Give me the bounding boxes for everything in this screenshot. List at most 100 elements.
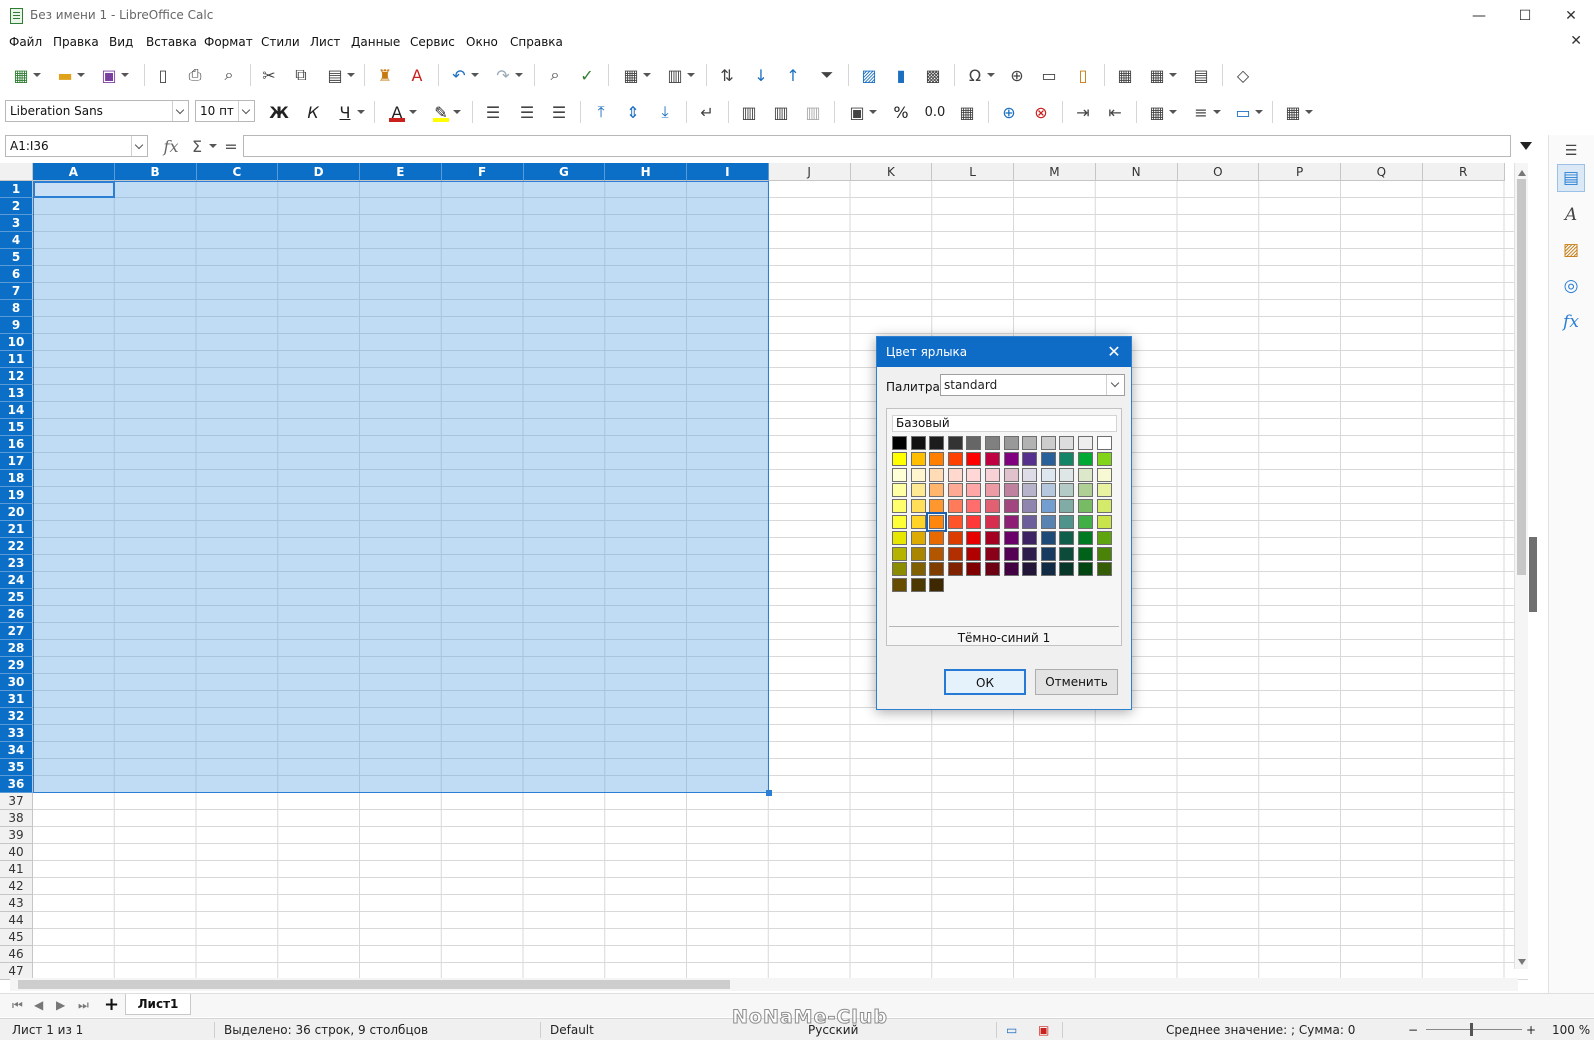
color-swatch[interactable] <box>1096 467 1112 482</box>
color-swatch[interactable] <box>892 436 907 450</box>
spreadsheet-grid[interactable]: ABCDEFGHIJKLMNOPQR 1 2 3 4 5 6 7 8 9 10 11 12 13 14 15… <box>0 163 1528 982</box>
color-swatch[interactable] <box>1096 562 1112 577</box>
border-color-icon[interactable]: ▭ <box>1232 101 1263 123</box>
align-center-icon[interactable]: ☰ <box>516 101 538 123</box>
print-icon[interactable]: ⎙ <box>184 64 206 86</box>
color-swatch[interactable] <box>1040 499 1056 514</box>
row-header[interactable]: 9 <box>0 317 33 334</box>
row-header[interactable]: 41 <box>0 861 33 878</box>
highlight-color-button[interactable]: ✎ <box>430 101 461 123</box>
color-swatch[interactable] <box>929 530 945 545</box>
copy-icon[interactable]: ⧉ <box>290 64 312 86</box>
row-header[interactable]: 3 <box>0 215 33 232</box>
color-swatch[interactable] <box>1003 436 1019 450</box>
find-replace-icon[interactable]: ⌕ <box>544 64 566 86</box>
color-swatch[interactable] <box>910 562 926 577</box>
define-print-area-icon[interactable]: ▦ <box>1114 64 1136 86</box>
document-modified-icon[interactable]: ▣ <box>1038 1023 1049 1037</box>
row-header[interactable]: 46 <box>0 946 33 963</box>
properties-icon[interactable]: ▤ <box>1557 164 1585 192</box>
row-header[interactable]: 44 <box>0 912 33 929</box>
row-header[interactable]: 28 <box>0 640 33 657</box>
increase-indent-icon[interactable]: ⇥ <box>1072 101 1094 123</box>
color-swatch[interactable] <box>929 562 945 577</box>
zoom-slider-thumb[interactable] <box>1470 1023 1473 1036</box>
color-swatch[interactable] <box>929 467 945 482</box>
cancel-button[interactable]: Отменить <box>1035 669 1118 695</box>
column-header[interactable]: A <box>33 163 115 181</box>
row-header[interactable]: 21 <box>0 521 33 538</box>
undo-icon[interactable]: ↶ <box>448 64 479 86</box>
color-swatch[interactable] <box>1096 451 1112 466</box>
new-document-icon[interactable]: ▦ <box>10 64 41 86</box>
color-swatch[interactable] <box>985 546 1000 561</box>
color-swatch[interactable] <box>947 483 963 498</box>
align-left-icon[interactable]: ☰ <box>482 101 504 123</box>
hyperlink-icon[interactable]: ⊕ <box>1006 64 1028 86</box>
color-swatch[interactable] <box>1040 530 1056 545</box>
color-swatch[interactable] <box>892 530 907 545</box>
color-swatch[interactable] <box>1059 562 1075 577</box>
color-swatch[interactable] <box>910 467 926 482</box>
zoom-in-icon[interactable]: + <box>1526 1023 1536 1037</box>
color-swatch[interactable] <box>1096 546 1112 561</box>
open-folder-icon[interactable]: ▬ <box>54 64 85 86</box>
page-style[interactable]: Default <box>550 1023 594 1037</box>
save-icon[interactable]: ▣ <box>98 64 129 86</box>
color-swatch[interactable] <box>929 451 945 466</box>
color-swatch[interactable] <box>1059 436 1075 450</box>
minimize-button[interactable]: — <box>1456 0 1502 32</box>
row-header[interactable]: 15 <box>0 419 33 436</box>
color-swatch[interactable] <box>926 512 948 532</box>
column-header[interactable]: P <box>1259 163 1341 181</box>
gallery-icon[interactable]: ▨ <box>1557 236 1585 264</box>
color-swatch[interactable] <box>929 436 945 450</box>
color-swatch[interactable] <box>910 578 926 593</box>
navigator-icon[interactable]: ◎ <box>1557 272 1585 300</box>
formula-equals-button[interactable]: = <box>220 135 242 157</box>
color-swatch[interactable] <box>1022 499 1038 514</box>
border-style-icon[interactable]: ≡ <box>1190 101 1221 123</box>
sort-ascending-icon[interactable]: ↓ <box>750 64 772 86</box>
dialog-close-button[interactable]: ✕ <box>1101 337 1127 367</box>
column-header[interactable]: K <box>850 163 933 181</box>
italic-button[interactable]: К <box>302 101 324 123</box>
color-swatch[interactable] <box>1022 483 1038 498</box>
row-header[interactable]: 17 <box>0 453 33 470</box>
vertical-scroll-thumb[interactable] <box>1517 179 1526 575</box>
align-right-icon[interactable]: ☰ <box>548 101 570 123</box>
row-header[interactable]: 36 <box>0 776 33 793</box>
color-swatch[interactable] <box>966 436 982 450</box>
active-cell[interactable] <box>33 181 115 198</box>
color-swatch[interactable] <box>929 546 945 561</box>
color-swatch[interactable] <box>1040 451 1056 466</box>
color-swatch[interactable] <box>929 578 945 593</box>
column-header[interactable]: M <box>1014 163 1096 181</box>
column-header[interactable]: C <box>196 163 279 181</box>
color-swatch[interactable] <box>966 451 982 466</box>
color-swatch[interactable] <box>1040 562 1056 577</box>
maximize-button[interactable]: ☐ <box>1502 0 1548 32</box>
color-swatch[interactable] <box>966 530 982 545</box>
window-close-button[interactable]: ✕ <box>1548 0 1594 32</box>
palette-select[interactable]: standard <box>940 374 1125 396</box>
color-swatch[interactable] <box>966 499 982 514</box>
add-sheet-button[interactable]: + <box>104 994 119 1015</box>
sum-status[interactable]: Среднее значение: ; Сумма: 0 <box>1166 1023 1355 1037</box>
percent-format-button[interactable]: % <box>890 101 912 123</box>
color-swatch[interactable] <box>985 562 1000 577</box>
color-swatch[interactable] <box>966 467 982 482</box>
row-header[interactable]: 8 <box>0 300 33 317</box>
borders-icon[interactable]: ▦ <box>1146 101 1177 123</box>
color-swatch[interactable] <box>1003 451 1019 466</box>
color-swatch[interactable] <box>1022 436 1038 450</box>
color-swatch[interactable] <box>1003 499 1019 514</box>
align-bottom-icon[interactable]: ⤓ <box>654 101 676 123</box>
number-format-button[interactable]: 0.0 <box>924 101 946 123</box>
color-swatch[interactable] <box>892 515 907 529</box>
color-swatch[interactable] <box>1059 467 1075 482</box>
horizontal-scroll-thumb[interactable] <box>18 980 730 989</box>
row-header[interactable]: 37 <box>0 793 33 810</box>
color-swatch[interactable] <box>947 467 963 482</box>
color-swatch[interactable] <box>1078 546 1093 561</box>
